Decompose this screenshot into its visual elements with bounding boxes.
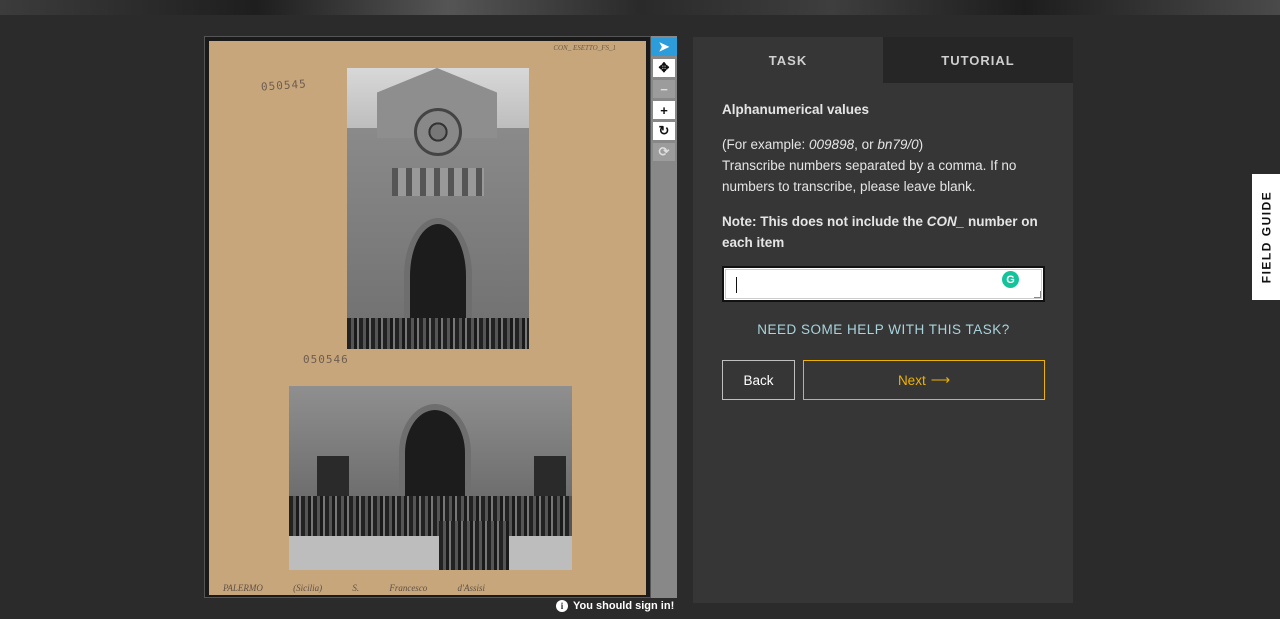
signin-notice[interactable]: i You should sign in! [556,600,674,612]
task-note: Note: This does not include the CON_ num… [722,211,1047,253]
task-instruction: Transcribe numbers separated by a comma.… [722,158,1017,194]
rotate-icon[interactable]: ↻ [653,122,675,140]
note-emphasis: CON_ [926,214,965,229]
pointer-icon[interactable]: ➤ [651,38,677,56]
church-photo-top [347,68,529,349]
grammarly-icon[interactable]: G [1002,271,1019,288]
example-value-2: bn79/0 [877,137,919,152]
task-tabs: TASK TUTORIAL [693,37,1073,83]
example-suffix: ) [918,137,924,152]
zoom-in-icon[interactable]: + [653,101,675,119]
task-body: Alphanumerical values (For example: 0098… [722,99,1047,253]
example-prefix: (For example: [722,137,810,152]
tab-tutorial[interactable]: TUTORIAL [883,37,1073,83]
text-caret [736,277,737,293]
header-banner [0,0,1280,15]
field-guide-label: FIELD GUIDE [1259,190,1274,284]
example-value-1: 009898 [809,137,855,152]
example-separator: , or [854,137,878,152]
move-icon[interactable]: ✥ [653,59,675,77]
resize-handle-icon[interactable] [1034,291,1041,298]
subject-viewer[interactable]: CON_ ESETTO_FS_1 050545 050546 PALERMO (… [204,36,651,598]
church-photo-bottom [289,386,572,570]
answer-textarea[interactable]: G [722,266,1045,302]
archive-card: CON_ ESETTO_FS_1 050545 050546 PALERMO (… [209,41,646,595]
arrow-right-icon: ⟶ [930,372,951,387]
viewer-toolbar: ➤ ✥ − + ↻ ⟳ [651,36,677,598]
field-guide-tab[interactable]: FIELD GUIDE [1252,174,1280,300]
reset-icon[interactable]: ⟳ [653,143,675,161]
help-link[interactable]: NEED SOME HELP WITH THIS TASK? [722,322,1045,337]
task-title: Alphanumerical values [722,102,870,117]
next-label: Next [897,372,926,388]
zoom-out-icon[interactable]: − [653,80,675,98]
task-description: (For example: 009898, or bn79/0) Transcr… [722,134,1047,197]
tab-task[interactable]: TASK [693,37,883,83]
card-corner-note: CON_ ESETTO_FS_1 [553,44,616,52]
note-prefix: Note: This does not include the [722,214,927,229]
signin-text: You should sign in! [573,600,675,612]
card-caption: PALERMO (Sicilia) S. Francesco d'Assisi [223,583,485,593]
next-button[interactable]: Next ⟶ [803,360,1045,400]
info-icon: i [556,600,568,612]
stamp-number-bottom: 050546 [303,353,349,366]
back-button[interactable]: Back [722,360,795,400]
stamp-number-top: 050545 [260,77,308,94]
task-panel: TASK TUTORIAL Alphanumerical values (For… [693,37,1073,603]
